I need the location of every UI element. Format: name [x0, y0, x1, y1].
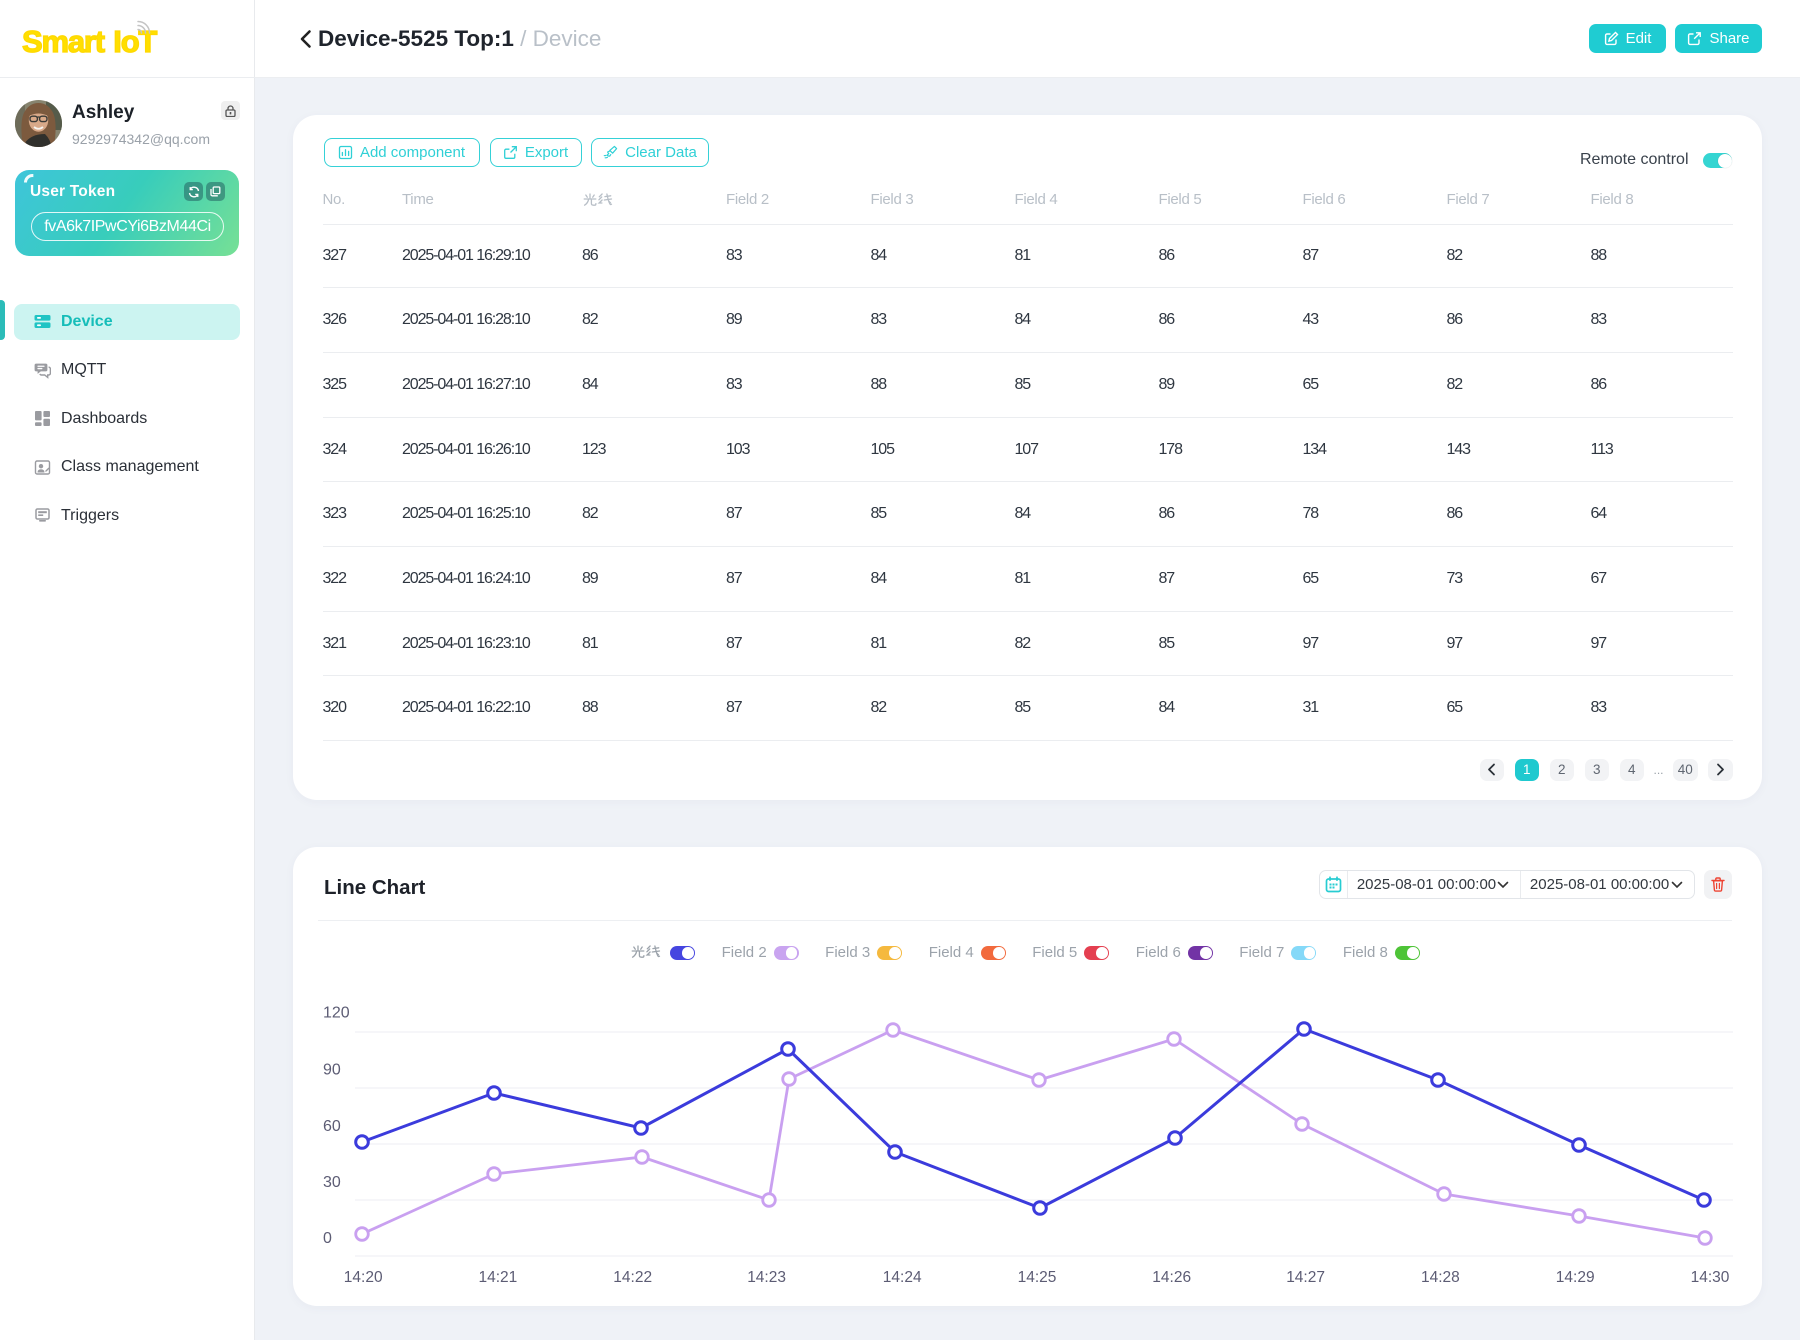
svg-text:120: 120 [323, 1005, 350, 1022]
svg-text:14:28: 14:28 [1421, 1269, 1460, 1286]
svg-text:30: 30 [323, 1174, 341, 1191]
svg-text:14:23: 14:23 [747, 1269, 786, 1286]
svg-text:14:20: 14:20 [344, 1269, 383, 1286]
svg-text:14:27: 14:27 [1286, 1269, 1325, 1286]
svg-text:90: 90 [323, 1062, 341, 1079]
svg-text:60: 60 [323, 1118, 341, 1135]
svg-text:14:30: 14:30 [1691, 1269, 1730, 1286]
svg-text:0: 0 [323, 1230, 332, 1247]
svg-text:14:25: 14:25 [1018, 1269, 1057, 1286]
svg-text:14:21: 14:21 [479, 1269, 518, 1286]
svg-text:14:26: 14:26 [1152, 1269, 1191, 1286]
svg-text:14:22: 14:22 [613, 1269, 652, 1286]
svg-text:14:29: 14:29 [1556, 1269, 1595, 1286]
svg-text:14:24: 14:24 [883, 1269, 922, 1286]
